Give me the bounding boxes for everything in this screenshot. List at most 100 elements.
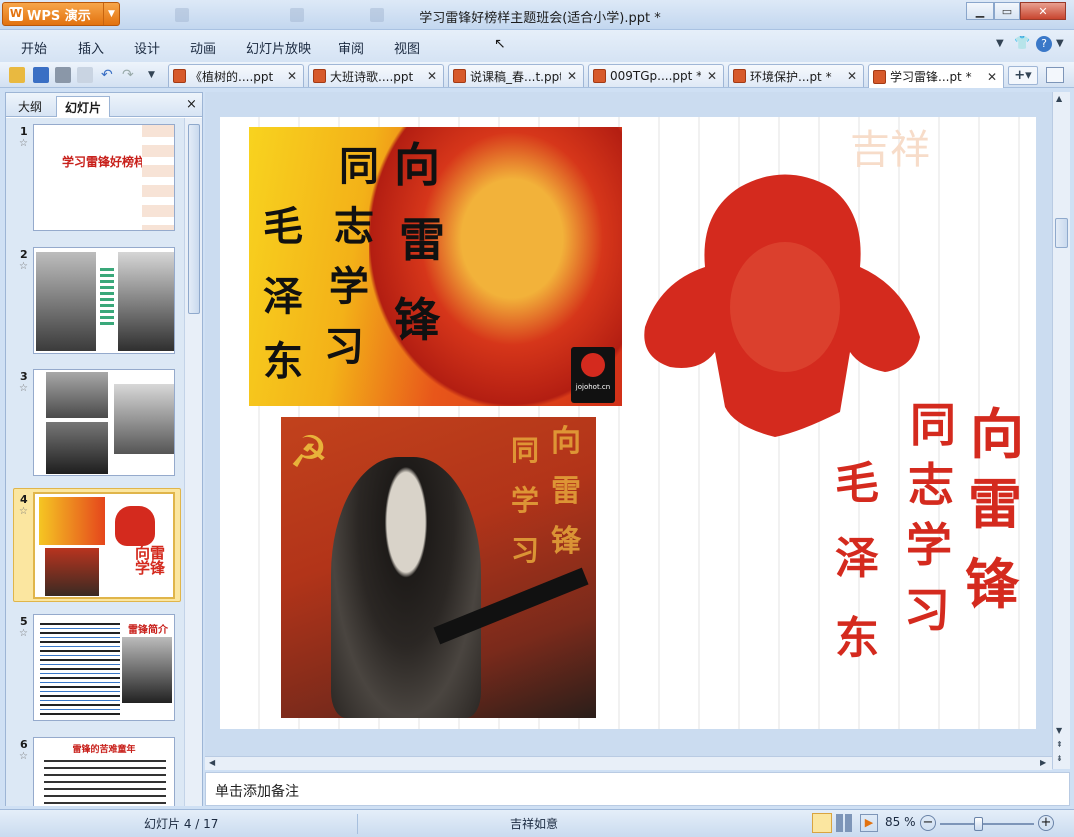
maximize-button[interactable]: ▭: [994, 2, 1020, 20]
slide-counter: 幻灯片 4 / 17: [144, 817, 219, 831]
status-bar: 幻灯片 4 / 17 吉祥如意 ▶ 85 % − +: [0, 809, 1074, 837]
menu-view[interactable]: 视图: [394, 38, 420, 57]
calligraphy-image: 向雷 学锋: [135, 544, 166, 577]
calligraphy-char: 雷: [399, 213, 445, 267]
doc-tab[interactable]: 《植树的....ppt ✕: [168, 64, 304, 87]
undo-icon[interactable]: ↶: [101, 67, 117, 83]
current-slide[interactable]: 吉祥 向 雷 锋 同 志 学 习 毛 泽 东 jojohot.cn ☭ 向 雷 …: [220, 117, 1036, 729]
notes-pane[interactable]: 单击添加备注: [205, 772, 1070, 806]
slide-thumbnail-2[interactable]: [33, 247, 175, 354]
chevron-down-icon[interactable]: ▼: [1056, 38, 1064, 49]
menu-slideshow[interactable]: 幻灯片放映: [246, 38, 311, 57]
menu-animation[interactable]: 动画: [190, 38, 216, 57]
window-switch-icon[interactable]: [1046, 67, 1064, 83]
toolbar: ↶ ↷ ▼ 《植树的....ppt ✕ 大班诗歌....ppt ✕ 说课稿_春...…: [0, 62, 1074, 88]
quick-open-icon[interactable]: [290, 8, 304, 22]
slide-horizontal-scrollbar[interactable]: ◀ ▶: [205, 756, 1052, 770]
print-icon[interactable]: [55, 67, 71, 83]
skin-icon[interactable]: 👕: [1014, 36, 1030, 51]
tab-close-icon[interactable]: ✕: [707, 69, 717, 83]
thumbnail-number: 5: [20, 615, 28, 628]
slideshow-icon[interactable]: ▶: [860, 814, 878, 832]
doc-tab[interactable]: 说课稿_春...t.ppt ✕: [448, 64, 584, 87]
scrollbar-thumb[interactable]: [188, 124, 200, 314]
app-menu-button[interactable]: W WPS 演示 ▼: [2, 2, 120, 26]
normal-view-icon[interactable]: [812, 813, 832, 833]
ppt-file-icon: [873, 69, 886, 84]
scroll-right-icon[interactable]: ▶: [1040, 758, 1046, 767]
menu-home[interactable]: 开始: [21, 38, 47, 57]
menu-review[interactable]: 审阅: [338, 38, 364, 57]
thumbnail-number: 3: [20, 370, 28, 383]
chevron-down-icon[interactable]: ▼: [996, 38, 1004, 49]
menu-bar: 开始 插入 设计 动画 幻灯片放映 审阅 视图 ↖ ▼ 👕 ? ▼: [0, 30, 1074, 62]
redo-icon[interactable]: ↷: [122, 67, 138, 83]
next-slide-icon[interactable]: ⇟: [1056, 754, 1063, 763]
thumbnail-title: 雷锋的苦难童年: [72, 745, 136, 755]
thumbnail-border-pattern: [142, 125, 174, 230]
doc-tab[interactable]: 大班诗歌....ppt ✕: [308, 64, 444, 87]
zoom-in-button[interactable]: +: [1038, 815, 1054, 831]
tab-close-icon[interactable]: ✕: [847, 69, 857, 83]
minimize-button[interactable]: ▁: [966, 2, 994, 20]
ppt-file-icon: [173, 69, 186, 83]
slide-vertical-scrollbar[interactable]: ▲ ▼ ⇞ ⇟: [1052, 92, 1070, 769]
chevron-down-icon[interactable]: ▼: [148, 67, 164, 83]
prev-slide-icon[interactable]: ⇞: [1056, 740, 1063, 749]
chevron-down-icon: ▼: [103, 3, 119, 25]
tab-close-icon[interactable]: ✕: [987, 70, 997, 84]
close-button[interactable]: ✕: [1020, 2, 1066, 20]
doc-tab-active[interactable]: 学习雷锋...pt * ✕: [868, 64, 1004, 88]
help-icon[interactable]: ?: [1036, 36, 1052, 52]
calligraphy-char: 习: [511, 534, 540, 567]
notes-placeholder[interactable]: 单击添加备注: [215, 781, 299, 801]
star-icon: ☆: [19, 261, 28, 272]
menu-insert[interactable]: 插入: [78, 38, 104, 57]
star-icon: ☆: [19, 751, 28, 762]
wps-logo-icon: W: [9, 7, 23, 21]
slide-sorter-icon[interactable]: [836, 814, 854, 832]
photo-image: [46, 422, 108, 474]
calligraphy-char: 锋: [551, 524, 581, 559]
slide-thumbnail-6[interactable]: 雷锋的苦难童年: [33, 737, 175, 806]
zoom-out-button[interactable]: −: [920, 815, 936, 831]
slide-thumbnail-3[interactable]: [33, 369, 175, 476]
scrollbar-thumb[interactable]: [1055, 218, 1068, 248]
calligraphy-char: 同: [910, 398, 956, 452]
doc-tab[interactable]: 环境保护...pt * ✕: [728, 64, 864, 87]
calligraphy-char: 泽: [835, 533, 879, 584]
scroll-left-icon[interactable]: ◀: [209, 758, 215, 767]
scroll-down-icon[interactable]: ▼: [1056, 726, 1062, 735]
quick-new-icon[interactable]: [175, 8, 189, 22]
zoom-slider-thumb[interactable]: [974, 817, 983, 831]
scroll-up-icon[interactable]: ▲: [1056, 94, 1062, 103]
mouse-cursor-icon: ↖: [494, 36, 506, 52]
tab-slides[interactable]: 幻灯片: [56, 96, 111, 117]
panel-close-icon[interactable]: ×: [186, 97, 197, 112]
window-title: 学习雷锋好榜样主题班会(适合小学).ppt *: [419, 11, 661, 26]
tab-outline[interactable]: 大纲: [10, 96, 50, 117]
slide-thumbnail-5[interactable]: 雷锋简介: [33, 614, 175, 721]
calligraphy-char: 泽: [263, 273, 303, 320]
calligraphy-char: 同: [511, 434, 540, 467]
zoom-level: 85 %: [885, 815, 916, 829]
zoom-slider-track[interactable]: [940, 823, 1034, 825]
doc-tab[interactable]: 009TGp....ppt * ✕: [588, 64, 724, 87]
slide-thumbnail-4[interactable]: 向雷 学锋: [33, 492, 175, 599]
menu-design[interactable]: 设计: [134, 38, 160, 57]
star-icon: ☆: [19, 138, 28, 149]
calligraphy-char: 学: [906, 518, 952, 572]
star-icon: ☆: [19, 506, 28, 517]
tab-close-icon[interactable]: ✕: [567, 69, 577, 83]
open-icon[interactable]: [9, 67, 25, 83]
thumbnail-number: 6: [20, 738, 28, 751]
slide-thumbnail-1[interactable]: 学习雷锋好榜样: [33, 124, 175, 231]
print-preview-icon[interactable]: [77, 67, 93, 83]
thumbnail-scrollbar[interactable]: [184, 118, 202, 806]
tab-close-icon[interactable]: ✕: [427, 69, 437, 83]
calligraphy-char: 向: [394, 138, 440, 192]
new-tab-button[interactable]: +▾: [1008, 66, 1038, 85]
save-icon[interactable]: [33, 67, 49, 83]
calligraphy-char: 东: [835, 613, 879, 664]
tab-close-icon[interactable]: ✕: [287, 69, 297, 83]
